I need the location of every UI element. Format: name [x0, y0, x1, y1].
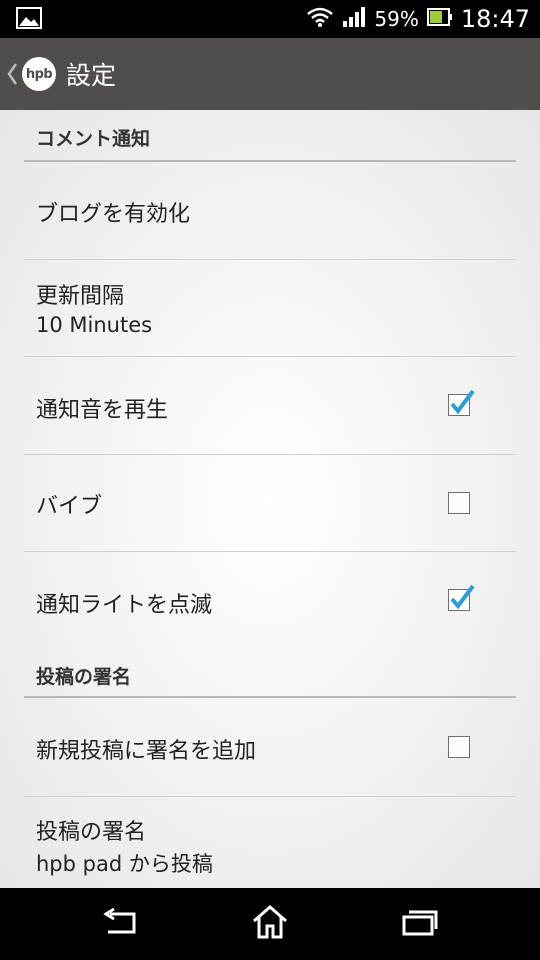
pref-signature[interactable]: 投稿の署名 hpb pad から投稿: [24, 797, 516, 888]
pref-title: 通知音を再生: [36, 398, 169, 423]
signal-icon: [342, 6, 366, 32]
navigation-bar: [0, 888, 540, 960]
section-header-label: 投稿の署名: [36, 666, 132, 688]
pref-summary: 10 Minutes: [36, 313, 153, 337]
pref-title: 新規投稿に署名を追加: [36, 739, 257, 764]
notification-light-checkbox[interactable]: [448, 584, 475, 611]
status-bar: 59% 18:47: [0, 0, 540, 38]
settings-list: コメント通知 ブログを有効化 更新間隔 10 Minutes 通知音を再生 バイ…: [0, 110, 540, 888]
pref-notification-sound[interactable]: 通知音を再生: [24, 357, 516, 455]
section-header-post-signature: 投稿の署名: [24, 652, 516, 698]
image-notification-icon: [16, 7, 42, 33]
add-signature-checkbox[interactable]: [448, 736, 470, 758]
pref-add-signature[interactable]: 新規投稿に署名を追加: [24, 698, 516, 797]
pref-vibrate[interactable]: バイブ: [24, 455, 516, 552]
home-icon: [251, 904, 289, 944]
notification-sound-checkbox[interactable]: [448, 389, 475, 416]
pref-title: 更新間隔: [36, 284, 125, 309]
wifi-icon: [306, 5, 334, 33]
app-logo[interactable]: hpb: [22, 57, 56, 91]
pref-update-interval[interactable]: 更新間隔 10 Minutes: [24, 260, 516, 357]
home-button[interactable]: [210, 888, 330, 960]
pref-title: ブログを有効化: [36, 202, 191, 227]
pref-title: 投稿の署名: [36, 820, 147, 845]
pref-notification-light[interactable]: 通知ライトを点滅: [24, 552, 516, 652]
back-button[interactable]: [60, 888, 180, 960]
recent-apps-icon: [401, 908, 439, 940]
back-icon: [100, 907, 140, 940]
action-bar: hpb 設定: [0, 38, 540, 110]
pref-title: 通知ライトを点滅: [36, 593, 213, 618]
battery-percent: 59%: [374, 7, 419, 31]
section-header-label: コメント通知: [36, 128, 151, 150]
pref-title: バイブ: [36, 494, 103, 519]
section-header-comment-notification: コメント通知: [24, 110, 516, 162]
pref-summary: hpb pad から投稿: [36, 852, 213, 876]
battery-icon: [426, 7, 453, 31]
clock: 18:47: [460, 5, 530, 33]
recent-apps-button[interactable]: [360, 888, 480, 960]
page-title: 設定: [66, 61, 117, 90]
up-navigation-icon[interactable]: [4, 54, 20, 94]
pref-enable-blog[interactable]: ブログを有効化: [24, 162, 516, 260]
vibrate-checkbox[interactable]: [448, 492, 470, 514]
